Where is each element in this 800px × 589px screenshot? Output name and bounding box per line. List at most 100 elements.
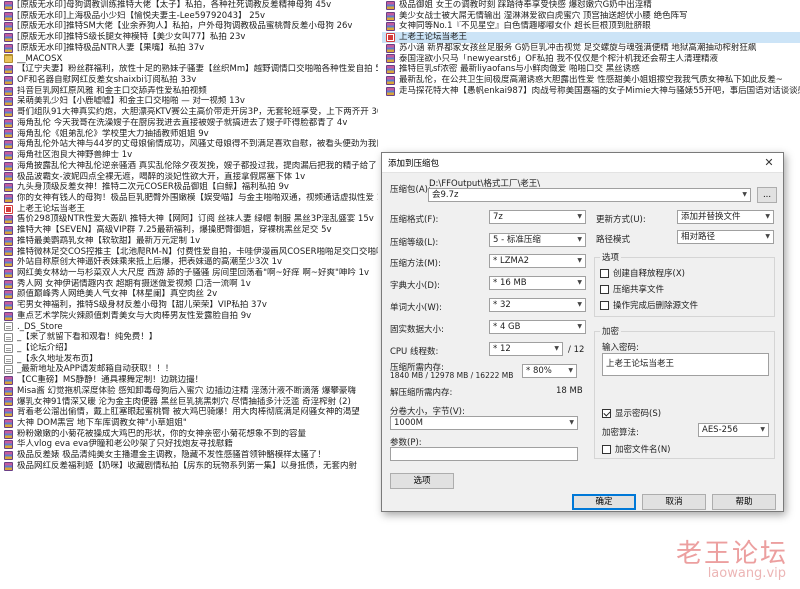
- file-row[interactable]: 上老王论坛当老王: [382, 32, 800, 43]
- archive-icon: [4, 11, 13, 21]
- method-label: 压缩方法(M):: [390, 259, 441, 269]
- level-select[interactable]: 5 - 标准压缩 ▼: [489, 233, 586, 247]
- file-row[interactable]: 爆乳女神91情深又暖 沦为金主肉便器 黑丝巨乳挑黑刺穴 尽情抽插多汁泛滥 奇淫榨…: [0, 397, 378, 408]
- file-row[interactable]: [原版无水印]推特极品NTR人妻【果嘴】私拍 37v: [0, 43, 378, 54]
- file-row[interactable]: 哥们组队91大神真实约炮，大胆漂亮KTV赛公主高价带走开房3P，无套轮班享受，上…: [0, 107, 378, 118]
- enc-method-select[interactable]: AES-256 ▼: [698, 423, 769, 437]
- file-row[interactable]: 大神 DOM黑宫 地下车库调教女神"小草姐姐": [0, 418, 378, 429]
- archive-icon: [4, 461, 13, 471]
- file-row[interactable]: ._DS_Store: [0, 322, 378, 333]
- delete-checkbox-box[interactable]: [600, 300, 609, 310]
- file-name: 海角乱伦外站大神与44岁的丈母娘偷情成功，风骚丈母娘得不到满足喜欢自慰，被看头便…: [17, 139, 378, 150]
- file-row[interactable]: 宅男女神福利，推特S级身材反差小母狗【甜儿荣荣】VIP私拍 37v: [0, 300, 378, 311]
- threads-select[interactable]: * 12 ▼: [489, 342, 563, 356]
- file-row[interactable]: 售价298顶级NTR性爱大轰趴 推特大神【网阿】订阅 丝袜人妻 绿帽 制服 黑丝…: [0, 214, 378, 225]
- file-row[interactable]: _【永久地址发布页】: [0, 354, 378, 365]
- format-select[interactable]: 7z ▼: [489, 210, 586, 224]
- shared-checkbox[interactable]: 压缩共享文件: [600, 283, 664, 295]
- file-row[interactable]: [原版无水印]上海极品小少妇【愉悦夫妻主-Lee59792043】 25v: [0, 11, 378, 22]
- file-row[interactable]: 秀人网 女神伊诺情趣内衣 超期有摄迷做爱视频 口活一流啊 1v: [0, 279, 378, 290]
- file-row[interactable]: [原版无水印]推特S级长腿女神模特【美少女叫77】私拍 23v: [0, 32, 378, 43]
- file-row[interactable]: 泰国淫欲小只马「newyearst6」OF私拍 我不仅仅是个榨汁机我还会帮主人清…: [382, 54, 800, 65]
- file-row[interactable]: 女神同等No.1『不见星空』白色情趣嘟嘟女仆 超长巨根顶到肚脐眼: [382, 21, 800, 32]
- close-icon[interactable]: ✕: [755, 153, 783, 173]
- archive-icon: [4, 290, 13, 300]
- file-row[interactable]: [原版无水印]推特SM大佬【业余养狗人】私拍，户外母狗调教极品蜜桃臀反差小母狗 …: [0, 21, 378, 32]
- show-password-checkbox-box[interactable]: [602, 408, 611, 418]
- params-input[interactable]: [390, 447, 578, 461]
- word-select[interactable]: * 32 ▼: [489, 298, 586, 312]
- file-row[interactable]: 海角社区泡良大神野兽绅士 1v: [0, 150, 378, 161]
- browse-button[interactable]: ...: [757, 187, 777, 203]
- file-row[interactable]: 抖音巨乳网红原风雅 和金主口交舔弄性爱私拍视频: [0, 86, 378, 97]
- file-name: 推特巨乳sf浓密 最新liyaofans与小鲜肉做爱 啪啪口交 黑丝诱惑: [399, 64, 640, 75]
- file-row[interactable]: _最新地址及APP请发邮箱自动获取！！！: [0, 364, 378, 375]
- file-name: 海角乱伦 今天我哥在洗澡嫂子在厨房我进去直接被嫂子就搞进去了嫂子吓得脸都青了 4…: [17, 117, 348, 128]
- encrypt-names-checkbox[interactable]: 加密文件名(N): [602, 443, 671, 455]
- file-row[interactable]: OF和名器自慰网红反差女shaixbi订阅私拍 33v: [0, 75, 378, 86]
- cancel-button[interactable]: 取消: [642, 494, 706, 510]
- file-row[interactable]: 重点艺术学院火辣颜值刺青美女与大肉棒男友性爱露脸自拍 9v: [0, 311, 378, 322]
- split-combo[interactable]: 1000M ▼: [390, 416, 578, 430]
- file-row[interactable]: 推特最美鹦鹉乳女神【软软甜】最新万元定制 1v: [0, 236, 378, 247]
- ok-button[interactable]: 确定: [572, 494, 636, 510]
- file-row[interactable]: 颜值巅峰秀人网绝美人气女神【林星阑】真空肉丝 2v: [0, 289, 378, 300]
- method-value: * LZMA2: [493, 256, 530, 266]
- file-row[interactable]: 粉粉嫩嫩的小菊花被操成大鸡巴的形状，你的女神亲密小菊花想象不到的容量: [0, 429, 378, 440]
- file-row[interactable]: 你的女神有钱人的母狗！极品巨乳肥臀外围嫩模【娱受喵】与金主啪啪双通，视频通话虚拟…: [0, 193, 378, 204]
- dialog-titlebar[interactable]: 添加到压缩包 ✕: [382, 153, 783, 173]
- file-row[interactable]: Misa酱 幻觉拖机深度体验 感知卸毒母狗后入蜜穴 边插边注精 淫荡汁液不断滴落…: [0, 386, 378, 397]
- file-row[interactable]: 最新乱伦，在公共卫生间极度高潮诱惑大胆露出性爱 性感甜美小姐姐擦空我我气质女神私…: [382, 75, 800, 86]
- file-row[interactable]: 海角乱伦《姐弟乱伦》学校里大力抽插教师姐姐 9v: [0, 129, 378, 140]
- file-row[interactable]: 美少女战士被大屌无情输出 湿淋淋爱欲白虎蜜穴 顶宫抽送超伏小腰 绝色阵写: [382, 11, 800, 22]
- file-icon: [4, 204, 13, 214]
- file-row[interactable]: 网红美女林幼一与杉菜双人大尺度 西游 舔的子骚骚 房间里回荡着"啊~好痒 啊~好…: [0, 268, 378, 279]
- file-row[interactable]: 华人vlog eva eva伊瞳和老公吵架了只好找炮友寻找慰籍: [0, 439, 378, 450]
- show-password-checkbox[interactable]: 显示密码(S): [602, 407, 661, 419]
- file-row[interactable]: __MACOSX: [0, 54, 378, 65]
- update-select[interactable]: 添加并替换文件 ▼: [677, 210, 774, 224]
- dict-value: * 16 MB: [493, 278, 527, 288]
- solid-select[interactable]: * 4 GB ▼: [489, 320, 586, 334]
- file-row[interactable]: 外站自称原创大神逼奸表妹乘来抵上后爆，把表妹逼的高潮至少3次 1v: [0, 257, 378, 268]
- file-row[interactable]: 九头身顶级反差女神！推特二次元COSER极品御姐【白鲸】福利私拍 9v: [0, 182, 378, 193]
- shared-checkbox-box[interactable]: [600, 284, 609, 294]
- file-row[interactable]: 海角乱伦外站大神与44岁的丈母娘偷情成功，风骚丈母娘得不到满足喜欢自慰，被看头便…: [0, 139, 378, 150]
- file-row[interactable]: 极品御姐 女王の调教时刻 踩踏待奉享受快感 爆怼嫩穴G奶中出淫精: [382, 0, 800, 11]
- dict-label: 字典大小(D):: [390, 281, 441, 291]
- file-row[interactable]: 【CC重磅】MS静静！通具裸舞定制！边跳边撮！: [0, 375, 378, 386]
- file-row[interactable]: 上老王论坛当老王: [0, 204, 378, 215]
- file-row[interactable]: 海角披露乱伦大神乱伦逆亲骚酒 真实乱伦除夕夜发挽，嫂子都投过我，提肉漏后把我的精…: [0, 161, 378, 172]
- method-select[interactable]: * LZMA2 ▼: [489, 254, 586, 268]
- encrypt-names-checkbox-box[interactable]: [602, 444, 611, 454]
- file-row[interactable]: 极品波霸女-波妮四点全裸无遮，喝醉的淡妃性欲大开，直接拿假屌塞下体 1v: [0, 172, 378, 183]
- help-button[interactable]: 帮助: [712, 494, 776, 510]
- file-row[interactable]: 背着老公溜出偷情，戴上肛塞眼起蜜桃臀 被大鸡巴骑爆！用大肉棒彻底满足闷骚女神的渴…: [0, 407, 378, 418]
- file-row[interactable]: 推特巨乳sf浓密 最新liyaofans与小鲜肉做爱 啪啪口交 黑丝诱惑: [382, 64, 800, 75]
- file-name: 网红美女林幼一与杉菜双人大尺度 西游 舔的子骚骚 房间里回荡着"啊~好痒 啊~好…: [17, 267, 370, 278]
- file-row[interactable]: [原版无水印]母狗调教训练推特大佬【太子】私拍，各种社死调教反差精神母狗 45v: [0, 0, 378, 11]
- file-row[interactable]: 海角乱伦 今天我哥在洗澡嫂子在厨房我进去直接被嫂子就搞进去了嫂子吓得脸都青了 4…: [0, 118, 378, 129]
- dict-select[interactable]: * 16 MB ▼: [489, 276, 586, 290]
- file-row[interactable]: 推特大神【SEVEN】高级VIP群 7.25最新福利，爆操肥臀御姐，穿裸桃黑丝足…: [0, 225, 378, 236]
- file-row[interactable]: 呆萌美乳少妇【小鹿嘘嘘】和金主口交啪啪 — 对一视频 13v: [0, 96, 378, 107]
- mem-percent-select[interactable]: * 80% ▼: [522, 364, 577, 378]
- file-row[interactable]: 极品反差婊 极品清纯美女主播遭金主调教，隐藏不发性感骚首领钟骼模样太骚了！: [0, 450, 378, 461]
- file-row[interactable]: 【辽宁夫妻】粉丝群福利，放性十足的熟妹子骚妻【丝织Mm】越野调情口交啪啪各种性爱…: [0, 64, 378, 75]
- sfx-checkbox[interactable]: 创建自释放程序(X): [600, 267, 685, 279]
- password-input[interactable]: 上老王论坛当老王: [602, 353, 769, 376]
- file-row[interactable]: 走马探花特大神【愚帆enkai987】肉战号称美国嘉福的女子Mimie大神与骚婊…: [382, 86, 800, 97]
- file-row[interactable]: 苏小涵 新界都家女孩丝足服务 G奶巨乳冲击视觉 足交螺旋与魂强满便精 地狱高潮抽…: [382, 43, 800, 54]
- file-row[interactable]: 推特微林足交COS控推主【北池爬RM-N】付费性爱自拍，卡哇伊漫画风COSER啪…: [0, 247, 378, 258]
- file-row[interactable]: 极品网红反差福利姬【奶咪】收藏剧情私拍【房东的玩物系列第一集】以身抵债，无套内射: [0, 461, 378, 472]
- chevron-down-icon: ▼: [760, 426, 765, 433]
- file-name: 女神同等No.1『不见星空』白色情趣嘟嘟女仆 超长巨根顶到肚脐眼: [399, 21, 651, 32]
- file-row[interactable]: _【论坛介绍】: [0, 343, 378, 354]
- delete-checkbox[interactable]: 操作完成后删除源文件: [600, 299, 698, 311]
- sfx-checkbox-box[interactable]: [600, 268, 609, 278]
- path-select[interactable]: 相对路径 ▼: [677, 230, 774, 244]
- file-name: 宅男女神福利，推特S级身材反差小母狗【甜儿荣荣】VIP私拍 37v: [17, 300, 267, 311]
- file-row[interactable]: _【来了就留下看和观看！纯免费！】: [0, 332, 378, 343]
- options-button[interactable]: 选项: [390, 473, 454, 489]
- archive-name-combo[interactable]: 会9.7z ▼: [428, 188, 751, 202]
